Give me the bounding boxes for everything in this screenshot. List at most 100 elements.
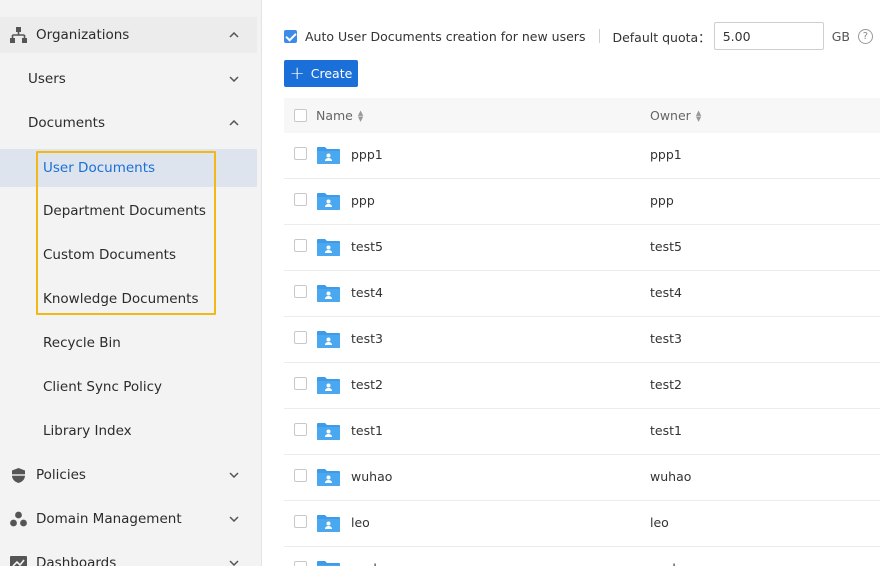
help-icon[interactable]: ? [857, 28, 873, 44]
row-checkbox[interactable] [294, 147, 307, 160]
table-row[interactable]: wuhao wuhao [284, 455, 880, 501]
sidebar-item-client-sync-policy[interactable]: Client Sync Policy [0, 369, 257, 405]
column-header-owner[interactable]: Owner ▲ ▼ [650, 108, 701, 123]
document-name[interactable]: wuhao [351, 469, 392, 484]
sidebar-item-domain-management[interactable]: Domain Management [0, 501, 257, 537]
chevron-up-icon [227, 116, 241, 130]
table-row[interactable]: sunhan sunhan [284, 547, 880, 566]
document-owner: ppp1 [650, 147, 682, 162]
row-checkbox[interactable] [294, 469, 307, 482]
document-owner: test2 [650, 377, 682, 392]
user-folder-icon [317, 560, 340, 566]
user-folder-icon [317, 514, 340, 532]
user-folder-icon [317, 284, 340, 302]
select-all-checkbox[interactable] [294, 109, 307, 122]
column-header-label: Owner [650, 108, 691, 123]
row-checkbox[interactable] [294, 239, 307, 252]
column-header-name[interactable]: Name ▲ ▼ [316, 108, 363, 123]
plus-icon: + [289, 62, 305, 84]
sidebar-item-recycle-bin[interactable]: Recycle Bin [0, 325, 257, 361]
main-content: Auto User Documents creation for new use… [263, 0, 880, 566]
domain-nodes-icon [9, 510, 27, 528]
table-row[interactable]: test3 test3 [284, 317, 880, 363]
auto-create-checkbox[interactable] [284, 29, 297, 43]
table-header: Name ▲ ▼ Owner ▲ ▼ [284, 98, 880, 133]
sidebar-item-label: Client Sync Policy [43, 379, 163, 395]
row-checkbox[interactable] [294, 193, 307, 206]
user-folder-icon [317, 146, 340, 164]
chevron-up-icon [227, 28, 241, 42]
chart-icon [9, 554, 27, 566]
row-checkbox[interactable] [294, 331, 307, 344]
row-checkbox[interactable] [294, 377, 307, 390]
sidebar-item-users[interactable]: Users [0, 61, 257, 97]
user-folder-icon [317, 468, 340, 486]
row-checkbox[interactable] [294, 285, 307, 298]
sidebar-item-label: Users [28, 71, 66, 87]
chevron-down-icon [227, 556, 241, 566]
row-checkbox[interactable] [294, 561, 307, 566]
sort-icon[interactable]: ▲ ▼ [696, 109, 701, 122]
sidebar-item-label: Domain Management [36, 511, 182, 527]
chevron-down-icon [227, 512, 241, 526]
sidebar-item-label: User Documents [43, 160, 156, 176]
sidebar-item-custom-documents[interactable]: Custom Documents [0, 237, 257, 273]
sidebar-item-label: Department Documents [43, 203, 206, 219]
sidebar-item-policies[interactable]: Policies [0, 457, 257, 493]
sidebar-item-library-index[interactable]: Library Index [0, 413, 257, 449]
sidebar-item-documents[interactable]: Documents [0, 105, 257, 141]
sidebar-item-label: Library Index [43, 423, 132, 439]
row-checkbox[interactable] [294, 423, 307, 436]
sidebar-item-label: Recycle Bin [43, 335, 121, 351]
document-name[interactable]: test3 [351, 331, 383, 346]
user-folder-icon [317, 376, 340, 394]
document-owner: test3 [650, 331, 682, 346]
document-owner: test5 [650, 239, 682, 254]
sidebar-item-label: Knowledge Documents [43, 291, 199, 307]
table-row[interactable]: ppp1 ppp1 [284, 133, 880, 179]
chevron-down-icon [227, 468, 241, 482]
document-name[interactable]: test4 [351, 285, 383, 300]
chevron-down-icon [227, 72, 241, 86]
column-header-label: Name [316, 108, 353, 123]
sidebar-item-knowledge-documents[interactable]: Knowledge Documents [0, 281, 257, 317]
user-folder-icon [317, 422, 340, 440]
toolbar-divider [599, 29, 601, 43]
row-checkbox[interactable] [294, 515, 307, 528]
quota-unit-label: GB [831, 28, 850, 44]
table-row[interactable]: test1 test1 [284, 409, 880, 455]
table-row[interactable]: ppp ppp [284, 179, 880, 225]
sidebar-item-user-documents[interactable]: User Documents [0, 149, 257, 187]
table-row[interactable]: leo leo [284, 501, 880, 547]
quota-toolbar: Auto User Documents creation for new use… [284, 22, 873, 50]
user-folder-icon [317, 192, 340, 210]
auto-create-label: Auto User Documents creation for new use… [305, 28, 586, 44]
sidebar-item-label: Policies [36, 467, 86, 483]
sidebar-item-label: Organizations [36, 27, 130, 43]
document-name[interactable]: leo [351, 515, 370, 530]
document-owner: ppp [650, 193, 674, 208]
document-owner: wuhao [650, 469, 692, 484]
sidebar-item-label: Documents [28, 115, 105, 131]
default-quota-input[interactable] [713, 22, 824, 50]
sidebar-item-department-documents[interactable]: Department Documents [0, 193, 257, 229]
table-row[interactable]: test4 test4 [284, 271, 880, 317]
document-name[interactable]: sunhan [351, 561, 397, 566]
sidebar-item-organizations[interactable]: Organizations [0, 17, 257, 53]
default-quota-label: Default quota： [612, 29, 711, 45]
table-row[interactable]: test2 test2 [284, 363, 880, 409]
document-name[interactable]: ppp [351, 193, 375, 208]
create-button[interactable]: + Create [284, 60, 358, 87]
sidebar-item-label: Custom Documents [43, 247, 176, 263]
document-owner: test1 [650, 423, 682, 438]
table-row[interactable]: test5 test5 [284, 225, 880, 271]
sidebar-item-dashboards[interactable]: Dashboards [0, 545, 257, 566]
shield-icon [9, 466, 27, 484]
org-tree-icon [9, 26, 27, 44]
sidebar: Organizations Users Documents User Docum… [0, 0, 262, 566]
document-name[interactable]: test1 [351, 423, 383, 438]
document-name[interactable]: ppp1 [351, 147, 383, 162]
document-name[interactable]: test5 [351, 239, 383, 254]
sort-icon[interactable]: ▲ ▼ [358, 109, 363, 122]
document-name[interactable]: test2 [351, 377, 383, 392]
